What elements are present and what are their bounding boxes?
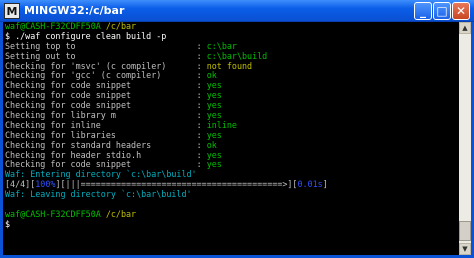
terminal-line: waf@CASH-F32CDFF50A /c/bar: [5, 208, 457, 220]
terminal-text-segment: Checking for header stdio.h :: [5, 149, 207, 160]
terminal-text-segment: Waf: Entering directory `c:\bar\build': [5, 169, 197, 180]
scroll-down-arrow-icon[interactable]: ▼: [459, 243, 471, 255]
terminal-window: M MINGW32:/c/bar _ □ ✕ waf@CASH-F32CDFF5…: [0, 0, 474, 258]
terminal-text-segment: 0.01s: [297, 179, 323, 190]
terminal-text-segment: $ ./waf configure clean build -p: [5, 30, 167, 41]
terminal-text-segment: inline: [206, 119, 237, 130]
terminal-text-segment: yes: [206, 100, 222, 111]
terminal-text-segment: waf@CASH-F32CDFF50A: [5, 22, 106, 31]
terminal-text-segment: [4/4][: [5, 179, 36, 190]
window-title: MINGW32:/c/bar: [24, 4, 125, 17]
console-area[interactable]: waf@CASH-F32CDFF50A /c/bar $ ./waf config…: [3, 22, 471, 255]
terminal-text-segment: $: [5, 218, 16, 229]
terminal-text-segment: Checking for code snippet :: [5, 100, 207, 111]
terminal-text-segment: /c/bar: [105, 22, 137, 31]
terminal-text-segment: yes: [206, 80, 222, 91]
terminal-text-segment: yes: [206, 110, 222, 121]
terminal-text-segment: ]: [322, 179, 328, 190]
terminal-text-segment: ok: [206, 139, 217, 150]
terminal-text-segment: ][|||===================================…: [55, 179, 298, 190]
terminal-text-segment: not found: [206, 60, 253, 71]
terminal-text-segment: 100%: [35, 179, 56, 190]
terminal-text-segment: Checking for library m :: [5, 110, 207, 121]
terminal-text-segment: ok: [206, 70, 217, 81]
terminal-text-segment: yes: [206, 159, 222, 170]
terminal-text-segment: yes: [206, 129, 222, 140]
vertical-scrollbar[interactable]: ▲ ▼: [459, 22, 471, 255]
scrollbar-thumb[interactable]: [459, 221, 471, 241]
close-button[interactable]: ✕: [452, 2, 470, 20]
terminal-text-segment: Checking for code snippet :: [5, 80, 207, 91]
terminal-text-segment: waf@CASH-F32CDFF50A: [5, 208, 106, 219]
mingw-app-icon[interactable]: M: [4, 3, 20, 19]
maximize-button[interactable]: □: [433, 2, 451, 20]
terminal-text-segment: Setting top to :: [5, 40, 207, 51]
terminal-output[interactable]: waf@CASH-F32CDFF50A /c/bar $ ./waf config…: [5, 22, 457, 255]
terminal-text-segment: Checking for inline :: [5, 119, 207, 130]
title-bar[interactable]: M MINGW32:/c/bar _ □ ✕: [0, 0, 474, 22]
terminal-text-segment: yes: [206, 149, 222, 160]
minimize-button[interactable]: _: [414, 2, 432, 20]
terminal-text-segment: c:\bar\build: [206, 50, 268, 61]
terminal-text-segment: Checking for libraries :: [5, 129, 207, 140]
terminal-text-segment: Checking for standard headers :: [5, 139, 207, 150]
terminal-line: $: [5, 218, 457, 230]
scroll-up-arrow-icon[interactable]: ▲: [459, 22, 471, 34]
terminal-text-segment: Checking for code snippet :: [5, 90, 207, 101]
terminal-text-segment: Checking for 'gcc' (c compiler) :: [5, 70, 207, 81]
terminal-text-segment: Setting out to :: [5, 50, 207, 61]
terminal-text-segment: c:\bar: [206, 40, 237, 51]
terminal-text-segment: yes: [206, 90, 222, 101]
terminal-text-segment: Checking for 'msvc' (c compiler) :: [5, 60, 207, 71]
terminal-text-segment: Waf: Leaving directory `c:\bar\build': [5, 189, 192, 200]
terminal-text-segment: Checking for code snippet :: [5, 159, 207, 170]
terminal-line: Waf: Leaving directory `c:\bar\build': [5, 189, 457, 200]
terminal-text-segment: /c/bar: [105, 208, 137, 219]
